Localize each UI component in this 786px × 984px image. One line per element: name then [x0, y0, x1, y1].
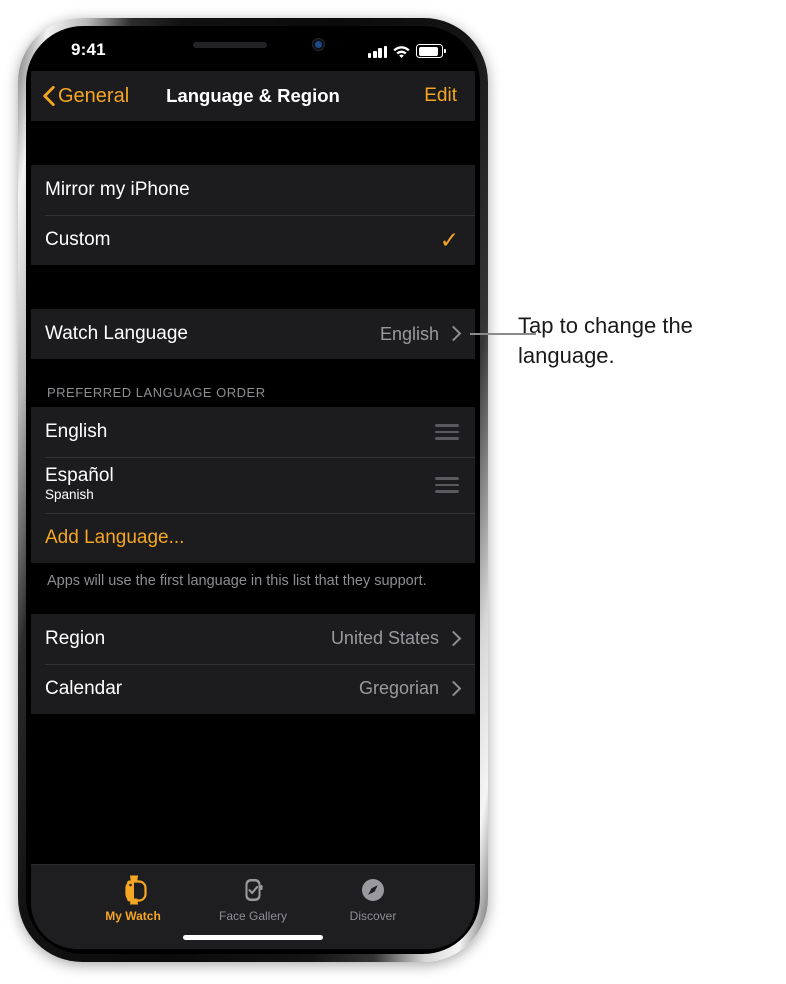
signal-bars-icon [367, 46, 387, 58]
row-label: English [45, 421, 108, 442]
row-value: United States [330, 628, 439, 649]
chevron-right-icon [445, 325, 462, 342]
row-watch-language[interactable]: Watch Language English [31, 309, 475, 359]
settings-content: Mirror my iPhone Custom ✓ Watch Language… [31, 121, 475, 949]
preferred-language-order-header: PREFERRED LANGUAGE ORDER [31, 385, 475, 407]
front-camera-icon [312, 38, 325, 51]
row-region[interactable]: Region United States [31, 614, 475, 664]
tab-bar: My Watch Face Gallery Discover [31, 864, 475, 949]
edit-button[interactable]: Edit [424, 71, 457, 121]
mirror-section: Mirror my iPhone Custom ✓ [31, 165, 475, 265]
notch [155, 31, 351, 60]
row-label: Watch Language [45, 323, 188, 344]
section-spacer-3 [31, 591, 475, 614]
row-label: Region [45, 627, 106, 649]
compass-icon [358, 873, 388, 907]
watch-language-section: Watch Language English [31, 309, 475, 359]
row-sublabel: Spanish [45, 487, 94, 502]
top-spacer [31, 121, 475, 165]
tab-discover[interactable]: Discover [319, 873, 427, 923]
section-spacer-2 [31, 359, 475, 385]
row-label: Custom [45, 229, 111, 250]
callout-text: Tap to change the language. [518, 313, 693, 369]
chevron-right-icon [445, 680, 462, 696]
row-mirror-my-iphone[interactable]: Mirror my iPhone [31, 165, 475, 215]
navigation-bar: General Language & Region Edit [31, 71, 475, 121]
checkmark-icon: ✓ [439, 226, 459, 253]
reorder-handle-icon[interactable] [435, 477, 459, 493]
tab-label: Discover [349, 909, 397, 923]
row-custom[interactable]: Custom ✓ [31, 215, 475, 265]
status-time: 9:41 [71, 40, 106, 59]
phone-frame: 9:41 General Language & Region Edit Mirr… [18, 18, 488, 962]
row-label: Add Language... [45, 527, 185, 548]
tab-label: Face Gallery [218, 909, 288, 923]
tab-my-watch[interactable]: My Watch [79, 873, 187, 923]
row-value: English [379, 323, 439, 344]
battery-icon [416, 44, 446, 58]
region-section: Region United States Calendar Gregorian [31, 613, 475, 714]
row-label: Calendar [45, 677, 123, 699]
row-language-espanol[interactable]: Español Spanish [31, 457, 475, 513]
tab-face-gallery[interactable]: Face Gallery [199, 873, 307, 923]
reorder-handle-icon[interactable] [435, 424, 459, 440]
status-icons [367, 44, 446, 58]
phone-screen: 9:41 General Language & Region Edit Mirr… [31, 31, 475, 949]
page-title: Language & Region [166, 85, 340, 106]
section-spacer-1 [31, 265, 475, 309]
row-value: Gregorian [358, 678, 439, 699]
watch-face-check-icon [238, 873, 268, 907]
row-label: Español [45, 465, 114, 486]
earpiece-speaker-icon [193, 42, 267, 48]
home-indicator[interactable] [183, 935, 323, 940]
watch-icon [118, 873, 148, 907]
chevron-right-icon [445, 630, 462, 646]
wifi-icon [393, 45, 410, 58]
preferred-language-order-section: English Español Spanish Add Language... [31, 407, 475, 563]
row-add-language[interactable]: Add Language... [31, 513, 475, 563]
row-calendar[interactable]: Calendar Gregorian [31, 663, 475, 714]
tab-label: My Watch [105, 909, 161, 923]
row-label: Mirror my iPhone [45, 179, 190, 200]
row-language-english[interactable]: English [31, 407, 475, 457]
preferred-language-order-footer: Apps will use the first language in this… [31, 563, 475, 592]
